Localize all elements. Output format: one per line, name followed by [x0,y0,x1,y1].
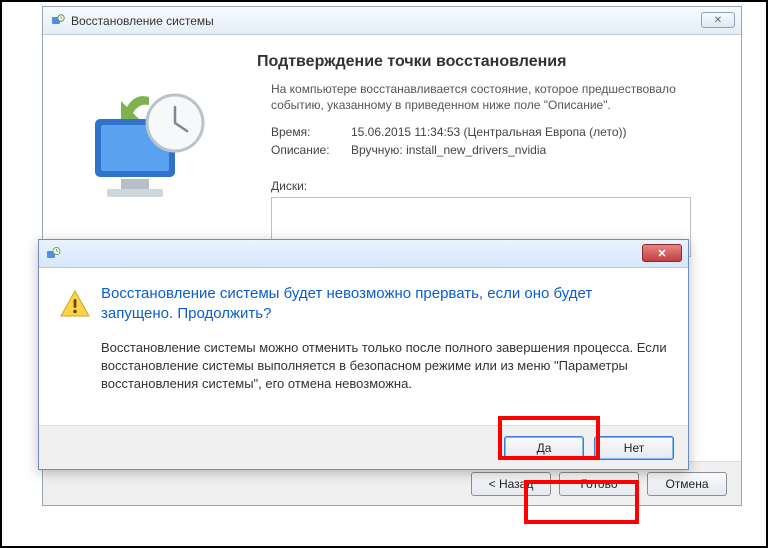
disks-label: Диски: [271,179,719,193]
ready-button[interactable]: Готово [559,472,639,496]
close-icon: ✕ [714,15,722,26]
system-restore-icon [49,13,65,29]
description-row: Описание: Вручную: install_new_drivers_n… [271,143,719,157]
description-label: Описание: [271,143,351,157]
yes-button[interactable]: Да [504,436,584,460]
dialog-text: Восстановление системы можно отменить то… [101,339,668,394]
cancel-button[interactable]: Отмена [647,472,727,496]
dialog-heading: Восстановление системы будет невозможно … [101,284,668,325]
no-button[interactable]: Нет [594,436,674,460]
dialog-titlebar[interactable]: ✕ [39,240,688,268]
dialog-footer: Да Нет [39,425,688,469]
time-label: Время: [271,125,351,139]
window-close-button[interactable]: ✕ [701,12,735,28]
back-button[interactable]: < Назад [471,472,551,496]
dialog-close-button[interactable]: ✕ [642,244,682,262]
page-title: Подтверждение точки восстановления [257,53,719,71]
window-title: Восстановление системы [71,14,214,28]
warning-icon [59,284,101,393]
close-icon: ✕ [657,247,666,260]
description-value: Вручную: install_new_drivers_nvidia [351,143,546,157]
system-restore-icon [45,246,61,262]
time-row: Время: 15.06.2015 11:34:53 (Центральная … [271,125,719,139]
time-value: 15.06.2015 11:34:53 (Центральная Европа … [351,125,626,139]
intro-text: На компьютере восстанавливается состояни… [271,81,719,113]
dialog-body: Восстановление системы будет невозможно … [39,268,688,397]
window-titlebar[interactable]: Восстановление системы ✕ [43,7,741,35]
confirm-dialog: ✕ Восстановление системы будет невозможн… [38,239,689,470]
